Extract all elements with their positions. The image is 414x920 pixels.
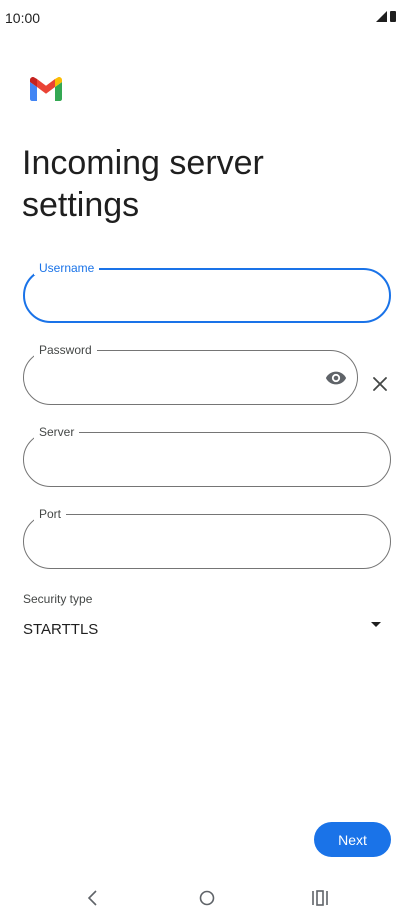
home-icon[interactable]	[195, 886, 219, 910]
eye-icon[interactable]	[325, 367, 347, 389]
password-input[interactable]	[40, 363, 307, 393]
port-label: Port	[34, 507, 67, 521]
status-bar: 10:00	[0, 0, 414, 36]
status-time: 10:00	[5, 10, 41, 26]
next-button[interactable]: Next	[314, 822, 391, 857]
status-icons	[376, 11, 396, 22]
battery-icon	[390, 11, 396, 22]
close-icon[interactable]	[370, 374, 390, 394]
server-field[interactable]: Server	[23, 425, 391, 487]
security-type-label: Security type	[23, 592, 93, 606]
navigation-bar	[0, 876, 414, 920]
username-label: Username	[34, 261, 100, 275]
back-icon[interactable]	[81, 886, 105, 910]
password-label: Password	[34, 343, 97, 357]
server-label: Server	[34, 425, 80, 439]
gmail-logo	[30, 77, 62, 101]
username-field[interactable]: Username	[23, 261, 391, 323]
password-field[interactable]: Password	[23, 343, 358, 405]
server-input[interactable]	[40, 445, 340, 475]
username-input[interactable]	[41, 282, 339, 312]
signal-icon	[376, 11, 387, 22]
port-field[interactable]: Port	[23, 507, 391, 569]
page-title: Incoming server settings	[22, 144, 264, 224]
dropdown-arrow-icon	[371, 622, 381, 627]
port-input[interactable]	[40, 527, 340, 557]
security-type-dropdown[interactable]: STARTTLS	[23, 612, 391, 646]
recents-icon[interactable]	[308, 886, 332, 910]
security-type-value: STARTTLS	[23, 621, 99, 638]
